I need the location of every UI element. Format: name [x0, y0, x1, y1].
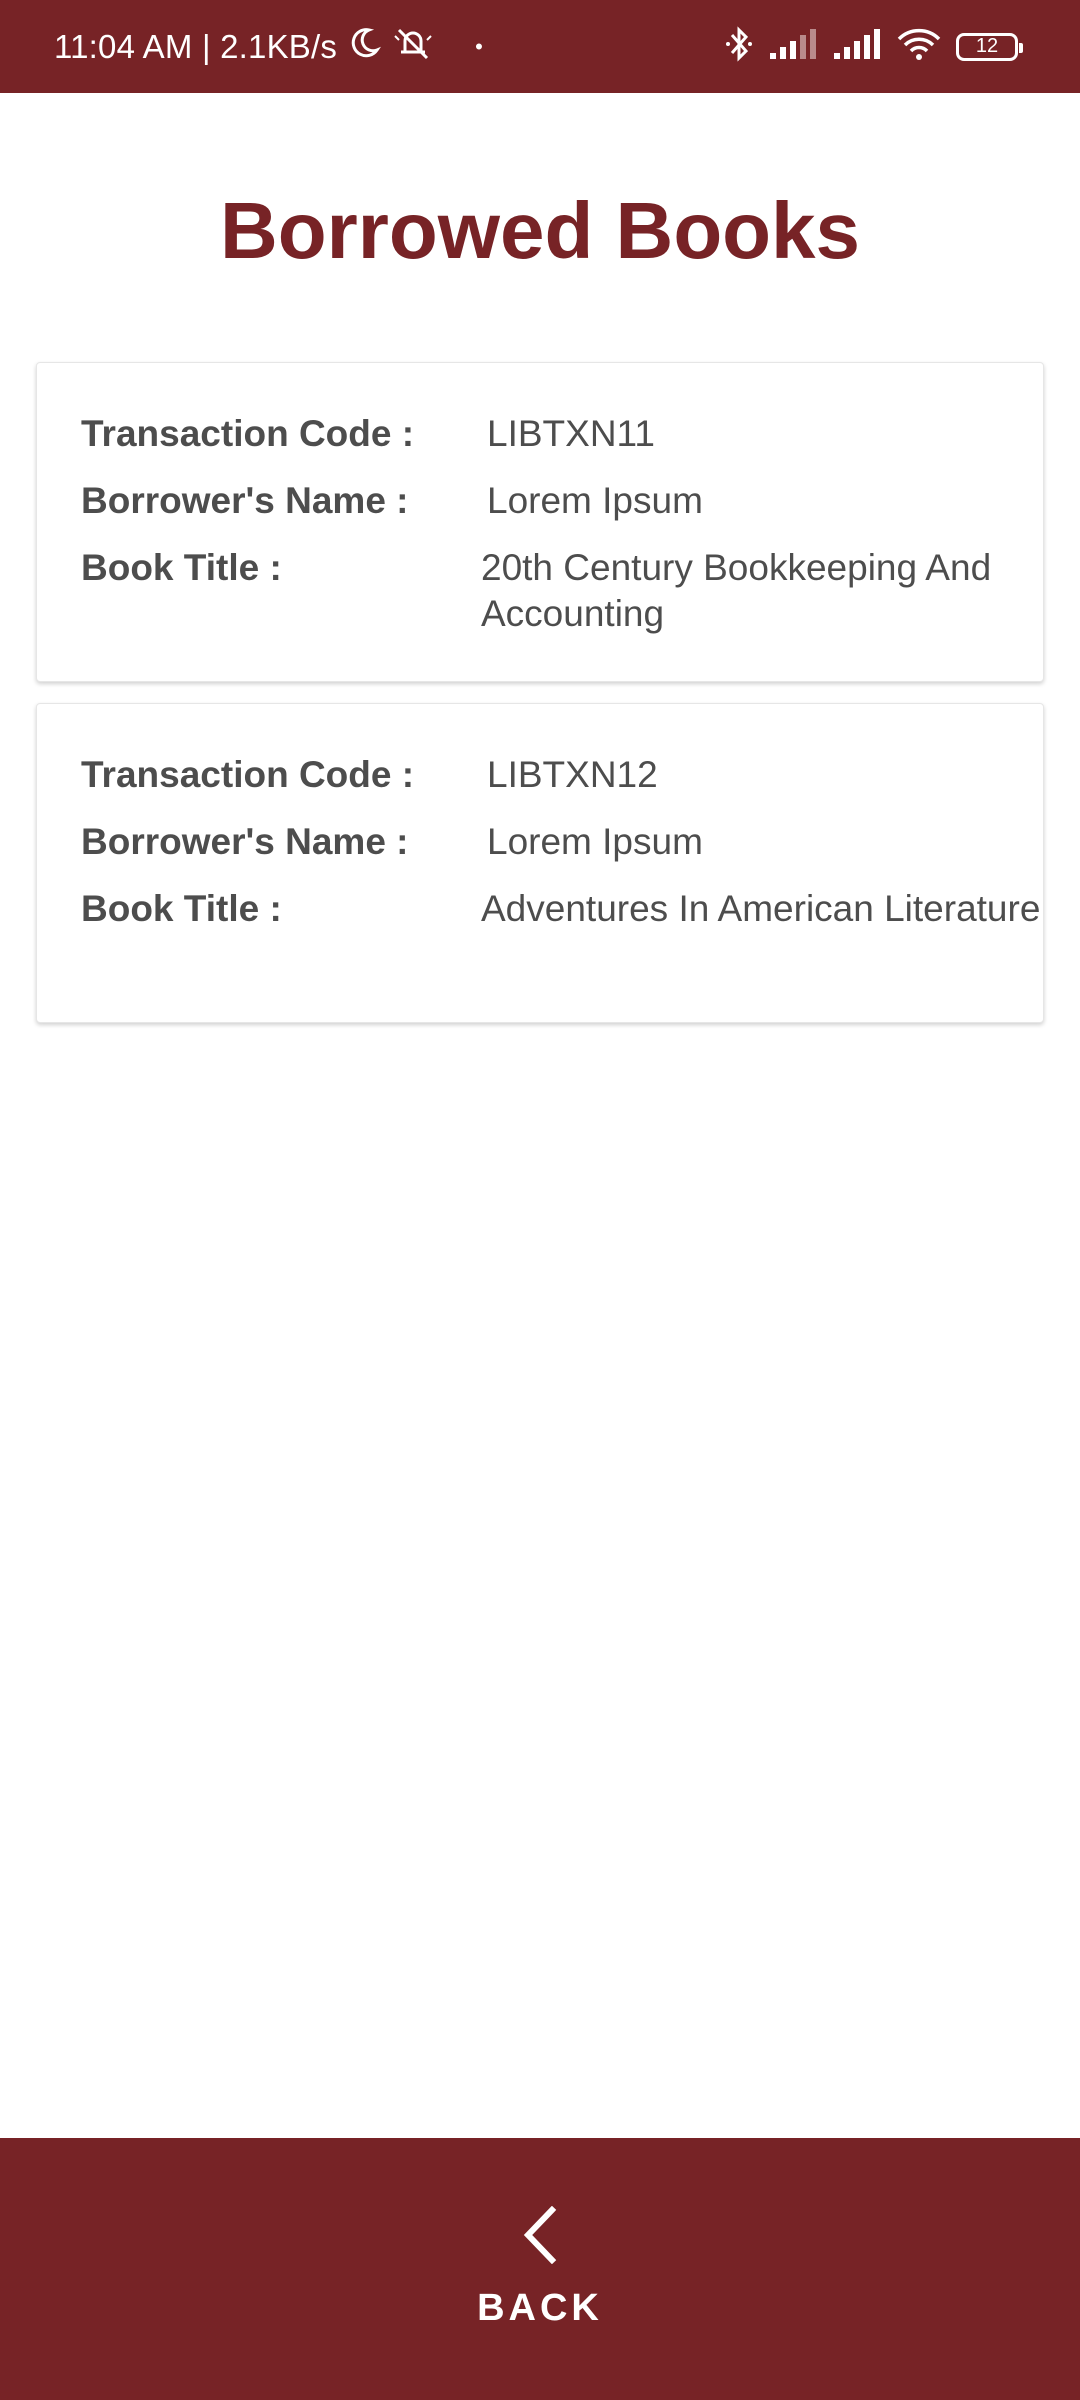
- book-title-value: Adventures In American Literature: [481, 888, 1041, 929]
- status-bar: 11:04 AM | 2.1KB/s • 12: [0, 0, 1080, 93]
- book-title-label: Book Title :: [81, 547, 282, 588]
- transaction-code-label: Transaction Code :: [81, 413, 415, 454]
- back-label: BACK: [477, 2287, 603, 2329]
- borrower-name-value: Lorem Ipsum: [487, 821, 703, 862]
- borrower-name-value: Lorem Ipsum: [487, 480, 703, 521]
- moon-icon: [347, 26, 382, 68]
- bluetooth-icon: [724, 24, 754, 69]
- chevron-left-icon: [520, 2205, 560, 2269]
- bottom-bar: BACK: [0, 2138, 1080, 2400]
- transaction-code-label: Transaction Code :: [81, 754, 415, 795]
- battery-level: 12: [975, 35, 999, 57]
- status-time: 11:04 AM | 2.1KB/s: [54, 27, 338, 65]
- book-title-label: Book Title :: [81, 888, 282, 929]
- battery-icon: 12: [956, 32, 1023, 61]
- borrowed-book-card: Transaction Code : LIBTXN11 Borrower's N…: [36, 362, 1044, 682]
- transaction-code-value: LIBTXN11: [487, 413, 655, 454]
- transaction-code-value: LIBTXN12: [487, 754, 658, 795]
- status-left: 11:04 AM | 2.1KB/s •: [54, 0, 483, 93]
- page-title: Borrowed Books: [219, 186, 861, 275]
- borrowed-book-card: Transaction Code : LIBTXN12 Borrower's N…: [36, 703, 1044, 1023]
- signal-icon: [768, 27, 818, 66]
- wifi-icon: [896, 27, 942, 66]
- signal-icon: [832, 27, 882, 66]
- borrower-name-label: Borrower's Name :: [81, 821, 409, 862]
- back-button[interactable]: BACK: [390, 2158, 690, 2378]
- book-title-value: 20th Century Bookkeeping And Accounting: [481, 547, 992, 634]
- mute-icon: [391, 26, 435, 68]
- borrower-name-label: Borrower's Name :: [81, 480, 409, 521]
- status-right: 12: [724, 0, 1023, 93]
- screen: 11:04 AM | 2.1KB/s • 12 Borrowed Books T…: [0, 0, 1080, 2400]
- status-dot: •: [475, 33, 483, 59]
